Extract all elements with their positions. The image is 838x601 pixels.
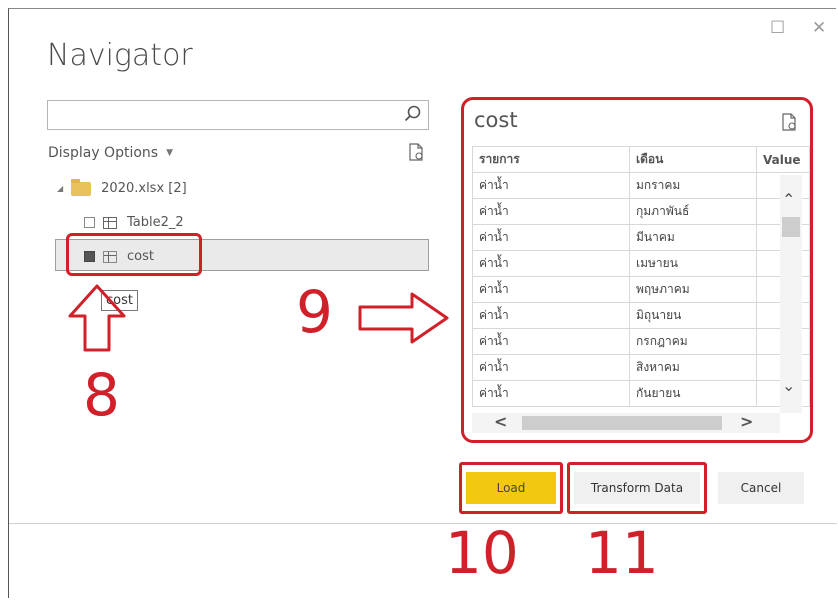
- close-icon[interactable]: ✕: [812, 18, 826, 38]
- checkbox-table2-2[interactable]: [84, 217, 95, 228]
- table-cell: ค่าน้ำ: [472, 172, 630, 199]
- column-header[interactable]: รายการ: [472, 146, 630, 173]
- scroll-down-icon[interactable]: ⌄: [782, 376, 795, 395]
- table-header-row: รายการ เดือน Value: [472, 146, 810, 173]
- annotation-box-cost: [66, 233, 202, 276]
- folder-label: 2020.xlsx [2]: [101, 181, 187, 196]
- scroll-up-icon[interactable]: ⌃: [782, 190, 795, 209]
- folder-icon: [71, 178, 92, 196]
- table-cell: มิถุนายน: [629, 302, 757, 329]
- table-row: ค่าน้ำ สิงหาคม: [472, 354, 810, 381]
- arrow-right-annotation-icon: [358, 292, 449, 344]
- table-row: ค่าน้ำ มกราคม: [472, 172, 810, 199]
- annotation-number-9: 9: [296, 278, 333, 346]
- column-header[interactable]: เดือน: [629, 146, 757, 173]
- annotation-number-10: 10: [445, 519, 519, 587]
- table-cell: สิงหาคม: [629, 354, 757, 381]
- table-row: ค่าน้ำ กรกฎาคม: [472, 328, 810, 355]
- display-options-dropdown[interactable]: Display Options ▼: [48, 145, 173, 161]
- table-cell: มกราคม: [629, 172, 757, 199]
- table-cell: ค่าน้ำ: [472, 224, 630, 251]
- annotation-number-8: 8: [83, 361, 120, 429]
- table-cell: มีนาคม: [629, 224, 757, 251]
- scroll-right-icon[interactable]: >: [740, 412, 753, 431]
- expand-triangle-icon[interactable]: ◢: [57, 184, 63, 193]
- table-cell: กรกฎาคม: [629, 328, 757, 355]
- chevron-down-icon: ▼: [166, 148, 173, 158]
- refresh-page-icon[interactable]: [409, 143, 425, 161]
- table-cell: ค่าน้ำ: [472, 354, 630, 381]
- dialog-title: Navigator: [47, 38, 193, 73]
- horizontal-scroll-thumb[interactable]: [522, 416, 722, 430]
- table-cell: ค่าน้ำ: [472, 198, 630, 225]
- annotation-number-11: 11: [585, 519, 659, 587]
- cancel-button[interactable]: Cancel: [718, 472, 804, 504]
- tree-item-table2-2[interactable]: Table2_2: [84, 215, 184, 230]
- annotation-box-transform: [567, 462, 707, 514]
- column-header[interactable]: Value: [756, 146, 810, 173]
- table-row: ค่าน้ำ กุมภาพันธ์: [472, 198, 810, 225]
- table-cell: ค่าน้ำ: [472, 302, 630, 329]
- table-cell: เมษายน: [629, 250, 757, 277]
- table-cell: ค่าน้ำ: [472, 328, 630, 355]
- display-options-label: Display Options: [48, 145, 159, 161]
- footer-divider: [9, 523, 837, 524]
- table-cell: ค่าน้ำ: [472, 250, 630, 277]
- table-icon: [103, 216, 117, 229]
- table-row: ค่าน้ำ มีนาคม: [472, 224, 810, 251]
- refresh-page-icon[interactable]: [782, 113, 798, 131]
- preview-table: รายการ เดือน Value ค่าน้ำ มกราคม ค่าน้ำ กุ…: [472, 146, 810, 407]
- vertical-scroll-thumb[interactable]: [782, 217, 800, 237]
- horizontal-scrollbar[interactable]: [472, 413, 780, 433]
- search-icon[interactable]: [403, 104, 423, 124]
- table-row: ค่าน้ำ พฤษภาคม: [472, 276, 810, 303]
- annotation-box-load: [459, 462, 563, 514]
- table-cell: กุมภาพันธ์: [629, 198, 757, 225]
- tree-item-label: Table2_2: [127, 215, 184, 230]
- table-cell: พฤษภาคม: [629, 276, 757, 303]
- table-cell: ค่าน้ำ: [472, 276, 630, 303]
- table-row: ค่าน้ำ เมษายน: [472, 250, 810, 277]
- table-row: ค่าน้ำ กันยายน: [472, 380, 810, 407]
- table-cell: กันยายน: [629, 380, 757, 407]
- scroll-left-icon[interactable]: <: [494, 412, 507, 431]
- arrow-up-annotation-icon: [68, 284, 126, 352]
- search-input[interactable]: [47, 100, 429, 130]
- table-row: ค่าน้ำ มิถุนายน: [472, 302, 810, 329]
- tree-folder-2020xlsx[interactable]: ◢ 2020.xlsx [2]: [57, 178, 187, 196]
- table-cell: ค่าน้ำ: [472, 380, 630, 407]
- preview-title: cost: [474, 108, 518, 132]
- maximize-icon[interactable]: ☐: [770, 18, 785, 38]
